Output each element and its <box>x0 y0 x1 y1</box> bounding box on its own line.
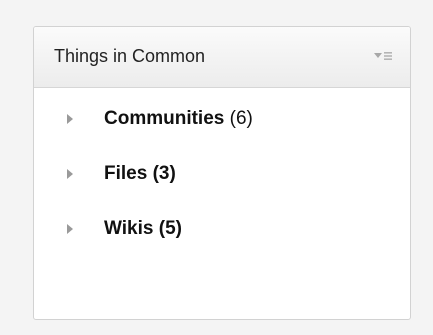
widget-header: Things in Common <box>34 27 410 88</box>
dropdown-menu-icon[interactable] <box>372 49 394 63</box>
expand-arrow-icon[interactable] <box>67 224 73 234</box>
list-item-label[interactable]: Wikis (5) <box>104 217 182 241</box>
item-name: Wikis <box>104 218 154 239</box>
item-name: Communities <box>104 108 225 129</box>
item-count: (5) <box>158 218 182 239</box>
things-in-common-widget: Things in Common Communities (6) Files (… <box>33 26 411 320</box>
item-name: Files <box>104 163 148 184</box>
expand-arrow-icon[interactable] <box>67 169 73 179</box>
list-item-label[interactable]: Communities (6) <box>104 107 253 131</box>
list-item-communities[interactable]: Communities (6) <box>34 104 410 159</box>
list-item-wikis[interactable]: Wikis (5) <box>34 214 410 269</box>
item-count: (6) <box>229 108 253 129</box>
list-item-label[interactable]: Files (3) <box>104 162 176 186</box>
expand-arrow-icon[interactable] <box>67 114 73 124</box>
list-item-files[interactable]: Files (3) <box>34 159 410 214</box>
widget-title: Things in Common <box>54 46 206 66</box>
widget-body: Communities (6) Files (3) Wikis (5) <box>34 88 410 269</box>
item-count: (3) <box>152 163 176 184</box>
